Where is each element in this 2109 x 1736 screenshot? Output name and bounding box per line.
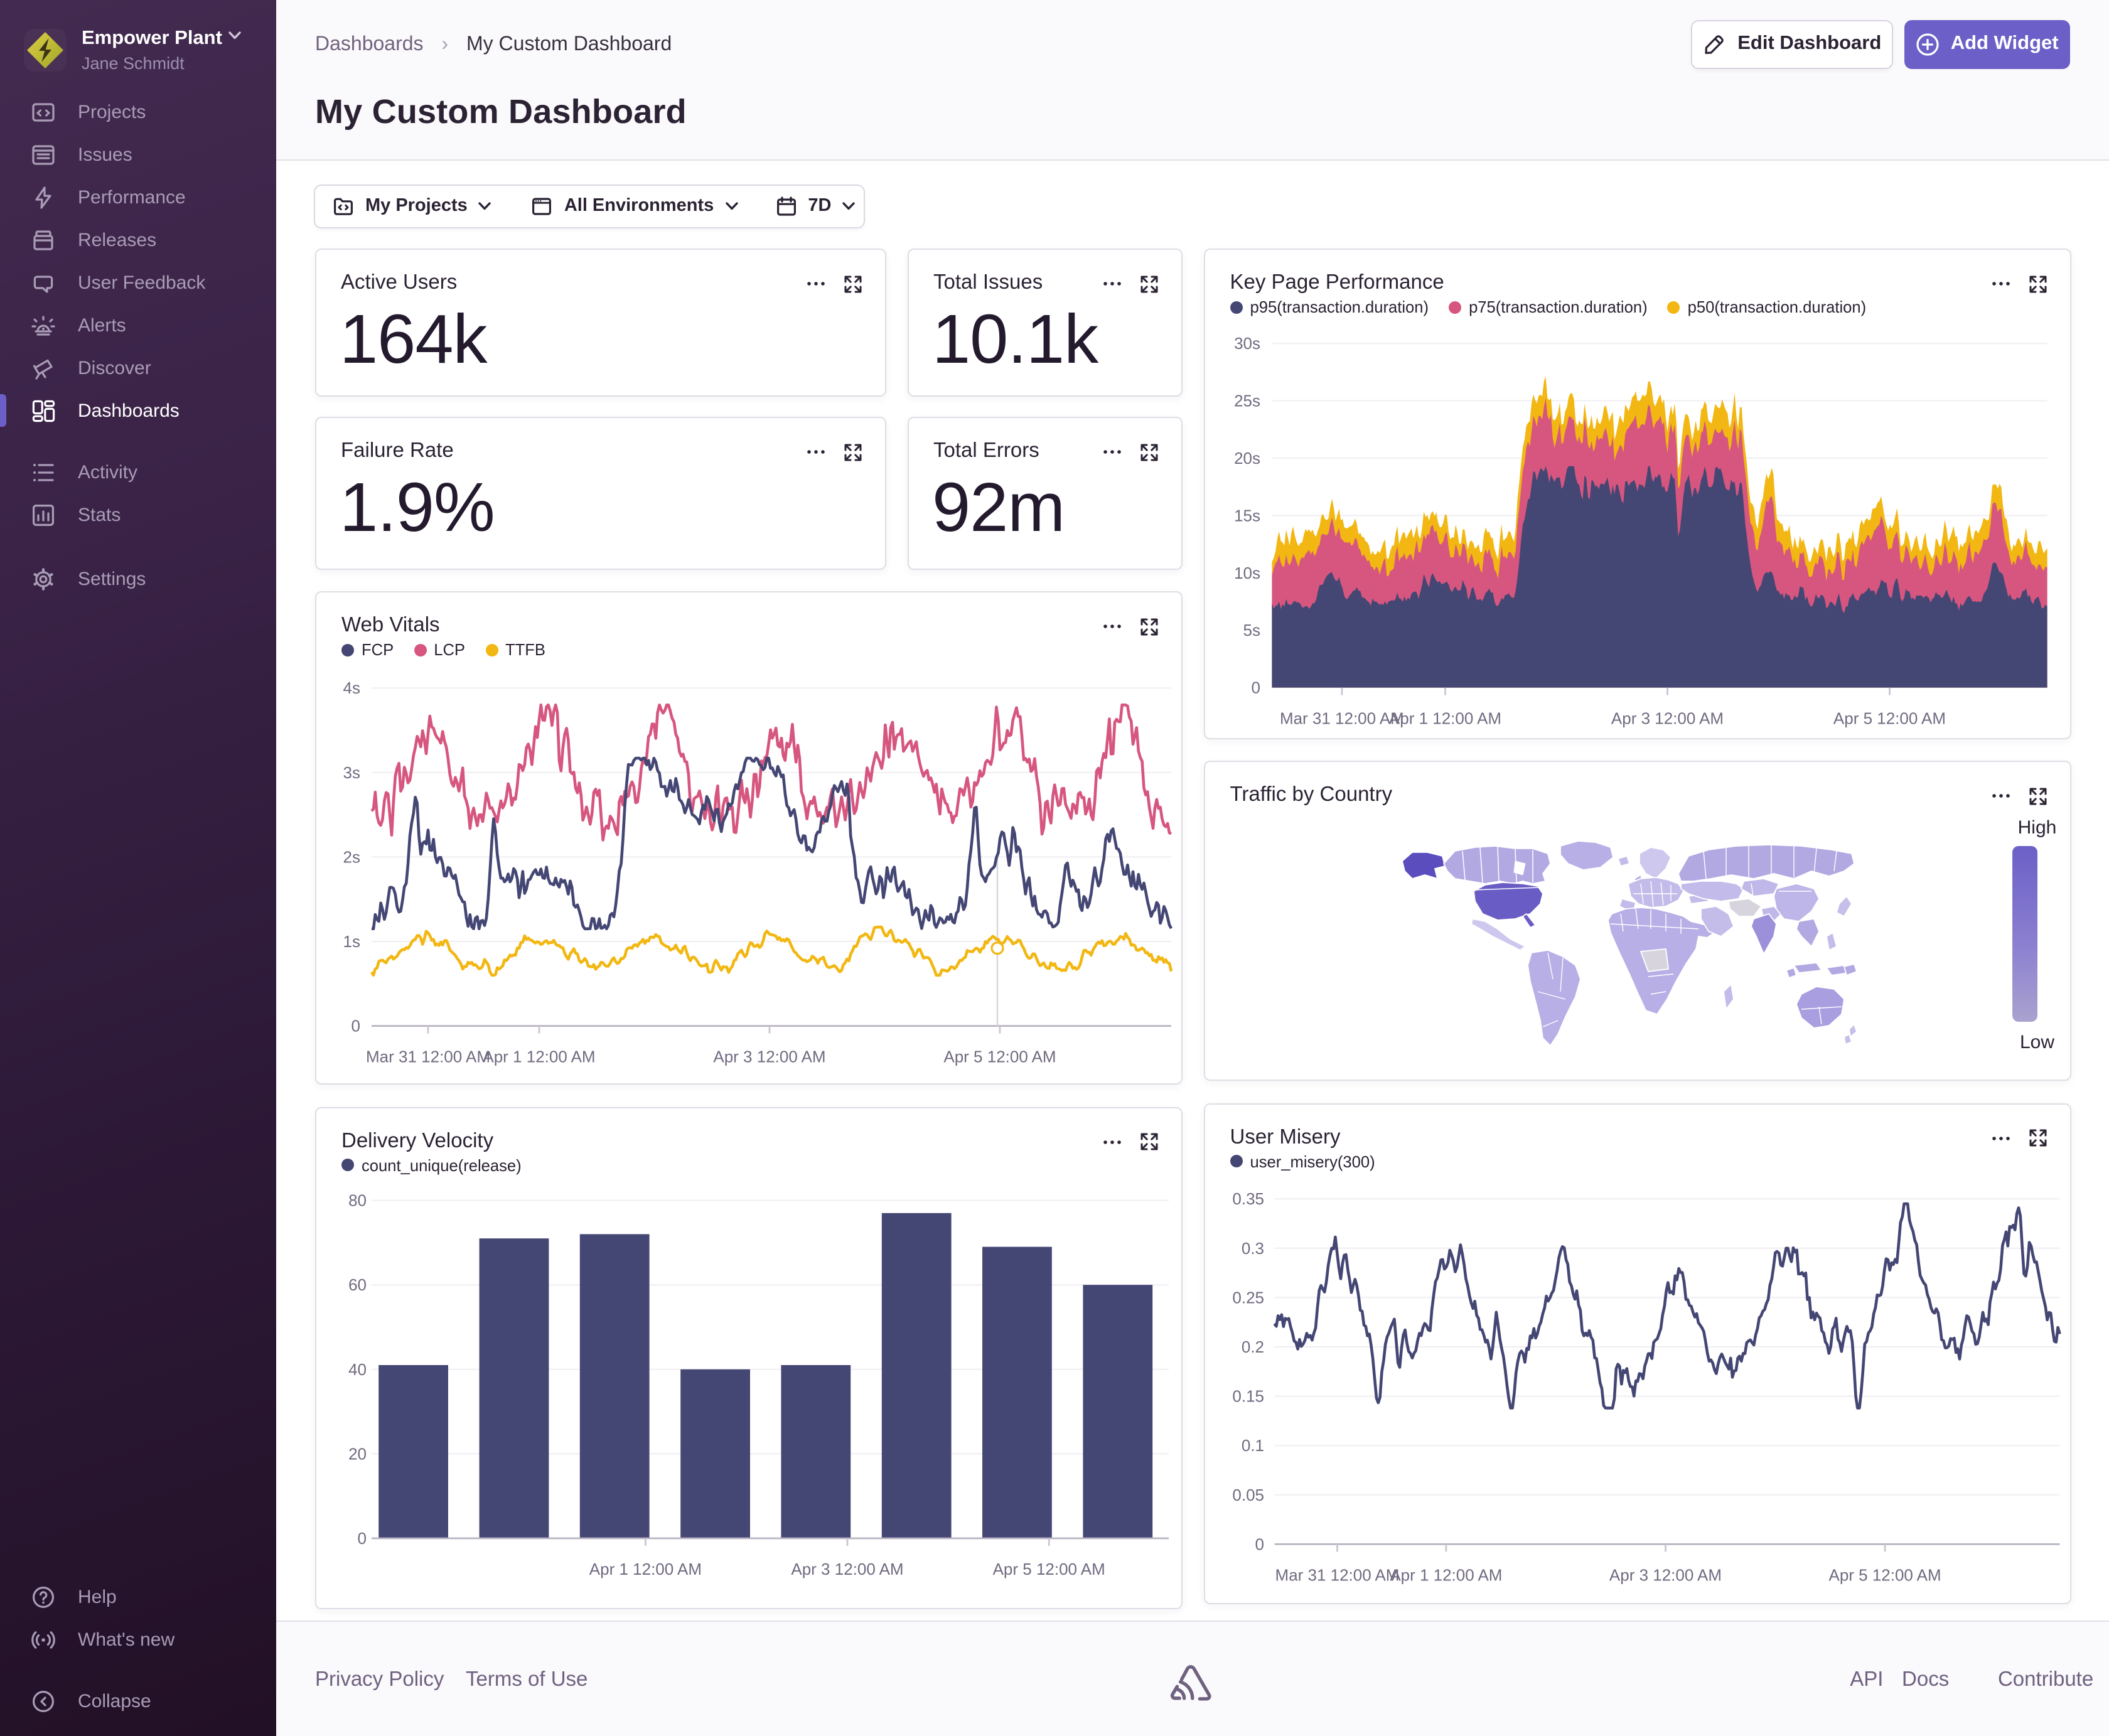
- svg-text:5s: 5s: [1243, 621, 1260, 640]
- svg-text:Apr 5 12:00 AM: Apr 5 12:00 AM: [943, 1047, 1056, 1066]
- svg-text:0.05: 0.05: [1232, 1485, 1264, 1504]
- svg-text:Apr 5 12:00 AM: Apr 5 12:00 AM: [1828, 1565, 1941, 1583]
- svg-text:0.2: 0.2: [1241, 1337, 1264, 1356]
- svg-text:Apr 3 12:00 AM: Apr 3 12:00 AM: [791, 1559, 903, 1578]
- svg-text:0.35: 0.35: [1232, 1189, 1264, 1208]
- svg-text:4s: 4s: [343, 678, 360, 697]
- svg-text:Apr 1 12:00 AM: Apr 1 12:00 AM: [1390, 1565, 1502, 1583]
- svg-text:40: 40: [348, 1359, 367, 1378]
- svg-text:0: 0: [358, 1528, 367, 1547]
- svg-text:0.1: 0.1: [1241, 1435, 1264, 1454]
- svg-text:0.25: 0.25: [1232, 1287, 1264, 1306]
- svg-text:Apr 3 12:00 AM: Apr 3 12:00 AM: [713, 1047, 825, 1066]
- svg-text:Apr 1 12:00 AM: Apr 1 12:00 AM: [1388, 709, 1501, 728]
- svg-text:25s: 25s: [1234, 392, 1260, 410]
- svg-text:Apr 3 12:00 AM: Apr 3 12:00 AM: [1609, 1565, 1721, 1583]
- svg-text:10s: 10s: [1234, 564, 1260, 583]
- svg-text:20s: 20s: [1234, 449, 1260, 468]
- svg-text:0: 0: [1255, 1534, 1264, 1553]
- svg-text:Apr 5 12:00 AM: Apr 5 12:00 AM: [993, 1559, 1105, 1578]
- svg-text:20: 20: [348, 1444, 367, 1462]
- svg-text:1s: 1s: [343, 932, 360, 951]
- svg-text:30s: 30s: [1234, 335, 1260, 353]
- svg-text:0.3: 0.3: [1241, 1238, 1264, 1257]
- svg-text:0: 0: [1251, 678, 1260, 697]
- svg-text:Mar 31 12:00 AM: Mar 31 12:00 AM: [1275, 1565, 1399, 1583]
- svg-text:Apr 1 12:00 AM: Apr 1 12:00 AM: [589, 1559, 702, 1578]
- svg-text:Mar 31 12:00 AM: Mar 31 12:00 AM: [1279, 709, 1403, 728]
- svg-text:3s: 3s: [343, 763, 360, 782]
- svg-text:Apr 3 12:00 AM: Apr 3 12:00 AM: [1611, 709, 1723, 728]
- svg-text:15s: 15s: [1234, 506, 1260, 525]
- svg-text:60: 60: [348, 1275, 367, 1294]
- svg-text:Apr 5 12:00 AM: Apr 5 12:00 AM: [1833, 709, 1945, 728]
- svg-text:80: 80: [348, 1191, 367, 1209]
- svg-text:Mar 31 12:00 AM: Mar 31 12:00 AM: [366, 1047, 490, 1066]
- svg-text:2s: 2s: [343, 847, 360, 866]
- svg-text:0.15: 0.15: [1232, 1386, 1264, 1405]
- svg-text:0: 0: [352, 1017, 360, 1036]
- svg-text:Apr 1 12:00 AM: Apr 1 12:00 AM: [483, 1047, 595, 1066]
